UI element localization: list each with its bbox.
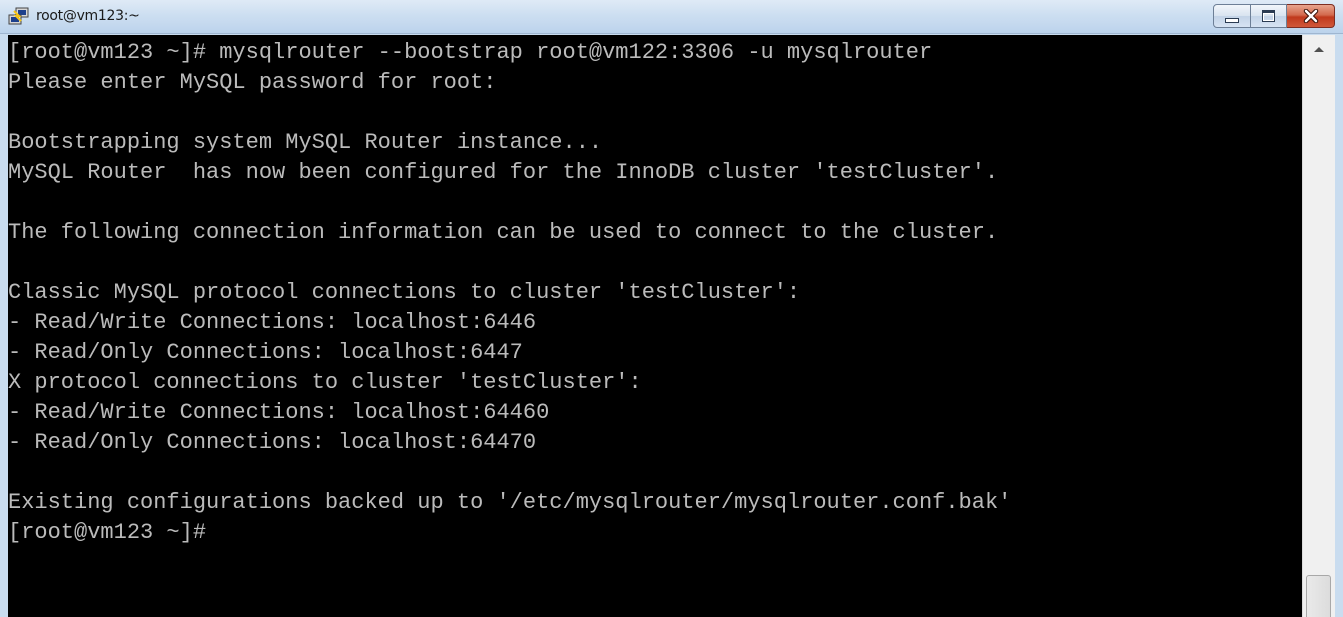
terminal-window: root@vm123:~ [root@vm123 ~]# mysqlrouter…	[0, 0, 1343, 617]
terminal-line: [root@vm123 ~]# mysqlrouter --bootstrap …	[8, 40, 933, 65]
putty-terminal-icon[interactable]	[8, 7, 30, 27]
terminal-line: - Read/Only Connections: localhost:64470	[8, 430, 537, 455]
maximize-icon	[1262, 10, 1275, 22]
terminal-line: Existing configurations backed up to '/e…	[8, 490, 1012, 515]
minimize-button[interactable]	[1213, 4, 1251, 28]
terminal-line: Classic MySQL protocol connections to cl…	[8, 280, 801, 305]
terminal-prompt[interactable]: [root@vm123 ~]#	[8, 518, 1011, 548]
window-frame-edge	[1335, 34, 1343, 617]
vertical-scrollbar[interactable]	[1302, 35, 1335, 617]
window-controls	[1213, 4, 1335, 30]
close-icon	[1303, 9, 1318, 23]
terminal-line: - Read/Only Connections: localhost:6447	[8, 340, 523, 365]
terminal-line: - Read/Write Connections: localhost:6446…	[8, 400, 550, 425]
minimize-icon	[1225, 17, 1239, 23]
terminal-output[interactable]: [root@vm123 ~]# mysqlrouter --bootstrap …	[8, 35, 1302, 617]
window-title: root@vm123:~	[36, 8, 140, 24]
scroll-up-arrow-icon	[1314, 47, 1324, 52]
terminal-line: MySQL Router has now been configured for…	[8, 160, 999, 185]
maximize-button[interactable]	[1251, 4, 1287, 28]
terminal-lines: [root@vm123 ~]# mysqlrouter --bootstrap …	[8, 38, 1011, 548]
scroll-up-button[interactable]	[1303, 35, 1335, 63]
scrollbar-thumb[interactable]	[1306, 575, 1331, 617]
terminal-line: Bootstrapping system MySQL Router instan…	[8, 130, 603, 155]
terminal-line: Please enter MySQL password for root:	[8, 70, 497, 95]
terminal-line: - Read/Write Connections: localhost:6446	[8, 310, 537, 335]
terminal-line: X protocol connections to cluster 'testC…	[8, 370, 642, 395]
title-bar[interactable]: root@vm123:~	[0, 0, 1343, 34]
terminal-line: The following connection information can…	[8, 220, 999, 245]
close-button[interactable]	[1287, 4, 1335, 28]
